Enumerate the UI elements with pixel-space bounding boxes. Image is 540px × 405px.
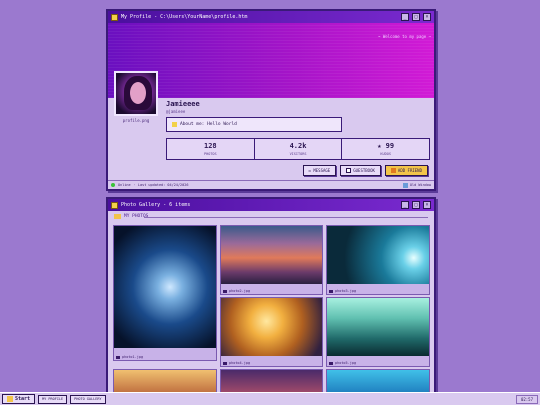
- guestbook-button[interactable]: GUESTBOOK: [340, 165, 381, 176]
- book-icon: [346, 168, 352, 173]
- add-user-icon: [390, 168, 396, 173]
- camera-icon: [223, 289, 227, 293]
- profile-statusbar: Online · Last updated: 04/24/2026 Old Wi…: [108, 180, 434, 189]
- window-icon: [402, 182, 408, 188]
- photo-filename: photo3.jpg: [335, 289, 357, 293]
- minimize-button[interactable]: _: [401, 13, 409, 21]
- photo-image-4: [221, 298, 322, 356]
- username: Jamieeee: [166, 100, 200, 108]
- photo-tile-4[interactable]: photo4.jpg: [220, 297, 323, 367]
- stat-kudos: ★ 99 KUDOS: [342, 139, 429, 159]
- stat-visitors: 4.2k VISITORS: [255, 139, 343, 159]
- document-icon: [111, 13, 118, 21]
- section-divider: [144, 217, 428, 218]
- welcome-text: ~ Welcome to my page ~: [378, 34, 431, 39]
- maximize-button[interactable]: □: [412, 13, 420, 21]
- online-indicator-icon: [111, 183, 115, 187]
- profile-actions: ✉ MESSAGE GUESTBOOK ADD FRIEND: [302, 165, 428, 176]
- status-right-label: Old Window: [409, 183, 431, 187]
- about-box: About me: Hello World: [166, 117, 342, 132]
- photo-caption-3: photo3.jpg: [329, 289, 356, 293]
- gallery-window-title: Photo Gallery - 6 items: [121, 202, 191, 208]
- photo-image-5: [327, 298, 429, 356]
- avatar[interactable]: [114, 71, 158, 116]
- photo-caption-2: photo2.jpg: [223, 289, 250, 293]
- camera-icon: [223, 361, 227, 365]
- photo-caption-1: photo1.jpg: [116, 355, 143, 359]
- task-photo-gallery[interactable]: PHOTO GALLERY: [70, 394, 106, 404]
- profile-window-title: My Profile - C:\Users\YourName\profile.h…: [121, 14, 248, 20]
- status-right: Old Window: [402, 182, 431, 188]
- folder-icon: [114, 214, 121, 219]
- start-button[interactable]: Start: [2, 394, 36, 404]
- profile-window[interactable]: My Profile - C:\Users\YourName\profile.h…: [106, 9, 436, 191]
- photo-image-1: [114, 226, 216, 348]
- photo-tile-2[interactable]: photo2.jpg: [220, 225, 323, 295]
- stat-value: 128: [204, 142, 217, 150]
- photo-image-2: [221, 226, 322, 284]
- message-button[interactable]: ✉ MESSAGE: [302, 165, 337, 176]
- photo-caption-5: photo5.jpg: [329, 361, 356, 365]
- avatar-caption: profile.png: [122, 118, 150, 123]
- close-button[interactable]: ×: [423, 201, 431, 209]
- stats-panel: 128 PHOTOS 4.2k VISITORS ★ 99 KUDOS: [166, 138, 430, 160]
- stat-label: KUDOS: [380, 152, 391, 156]
- start-label: Start: [15, 396, 31, 402]
- close-button[interactable]: ×: [423, 13, 431, 21]
- gallery-titlebar[interactable]: Photo Gallery - 6 items _ □ ×: [108, 199, 434, 211]
- camera-icon: [329, 361, 333, 365]
- stat-value: ★ 99: [377, 142, 395, 150]
- camera-icon: [329, 289, 333, 293]
- task-my-profile[interactable]: MY PROFILE: [38, 394, 68, 404]
- photo-tile-3[interactable]: photo3.jpg: [326, 225, 430, 295]
- stat-label: PHOTOS: [204, 152, 217, 156]
- last-updated: · Last updated: 04/24/2026: [133, 183, 189, 187]
- gallery-window[interactable]: Photo Gallery - 6 items _ □ × MY PHOTOS …: [106, 197, 436, 397]
- photo-filename: photo5.jpg: [335, 361, 357, 365]
- start-logo-icon: [7, 396, 13, 402]
- camera-icon: [116, 355, 120, 359]
- photo-image-3: [327, 226, 429, 284]
- guestbook-label: GUESTBOOK: [353, 168, 375, 173]
- photo-filename: photo4.jpg: [229, 361, 251, 365]
- minimize-button[interactable]: _: [401, 201, 409, 209]
- user-handle: @jamieee: [166, 109, 186, 114]
- stat-photos: 128 PHOTOS: [167, 139, 255, 159]
- online-status: Online: [118, 183, 131, 187]
- photo-filename: photo1.jpg: [122, 355, 144, 359]
- add-friend-label: ADD FRIEND: [397, 168, 422, 173]
- pencil-icon: [172, 122, 177, 127]
- taskbar: Start MY PROFILE PHOTO GALLERY 02:57: [0, 392, 540, 405]
- taskbar-clock: 02:57: [515, 394, 538, 404]
- add-friend-button[interactable]: ADD FRIEND: [384, 165, 428, 176]
- stat-label: VISITORS: [289, 152, 307, 156]
- photo-filename: photo2.jpg: [229, 289, 251, 293]
- stat-value: 4.2k: [289, 142, 307, 150]
- photo-tile-5[interactable]: photo5.jpg: [326, 297, 430, 367]
- photo-caption-4: photo4.jpg: [223, 361, 250, 365]
- maximize-button[interactable]: □: [412, 201, 420, 209]
- photo-tile-1[interactable]: photo1.jpg: [113, 225, 217, 361]
- avatar-face: [130, 82, 146, 104]
- profile-titlebar[interactable]: My Profile - C:\Users\YourName\profile.h…: [108, 11, 434, 23]
- about-text: About me: Hello World: [180, 122, 237, 127]
- image-icon: [111, 201, 118, 209]
